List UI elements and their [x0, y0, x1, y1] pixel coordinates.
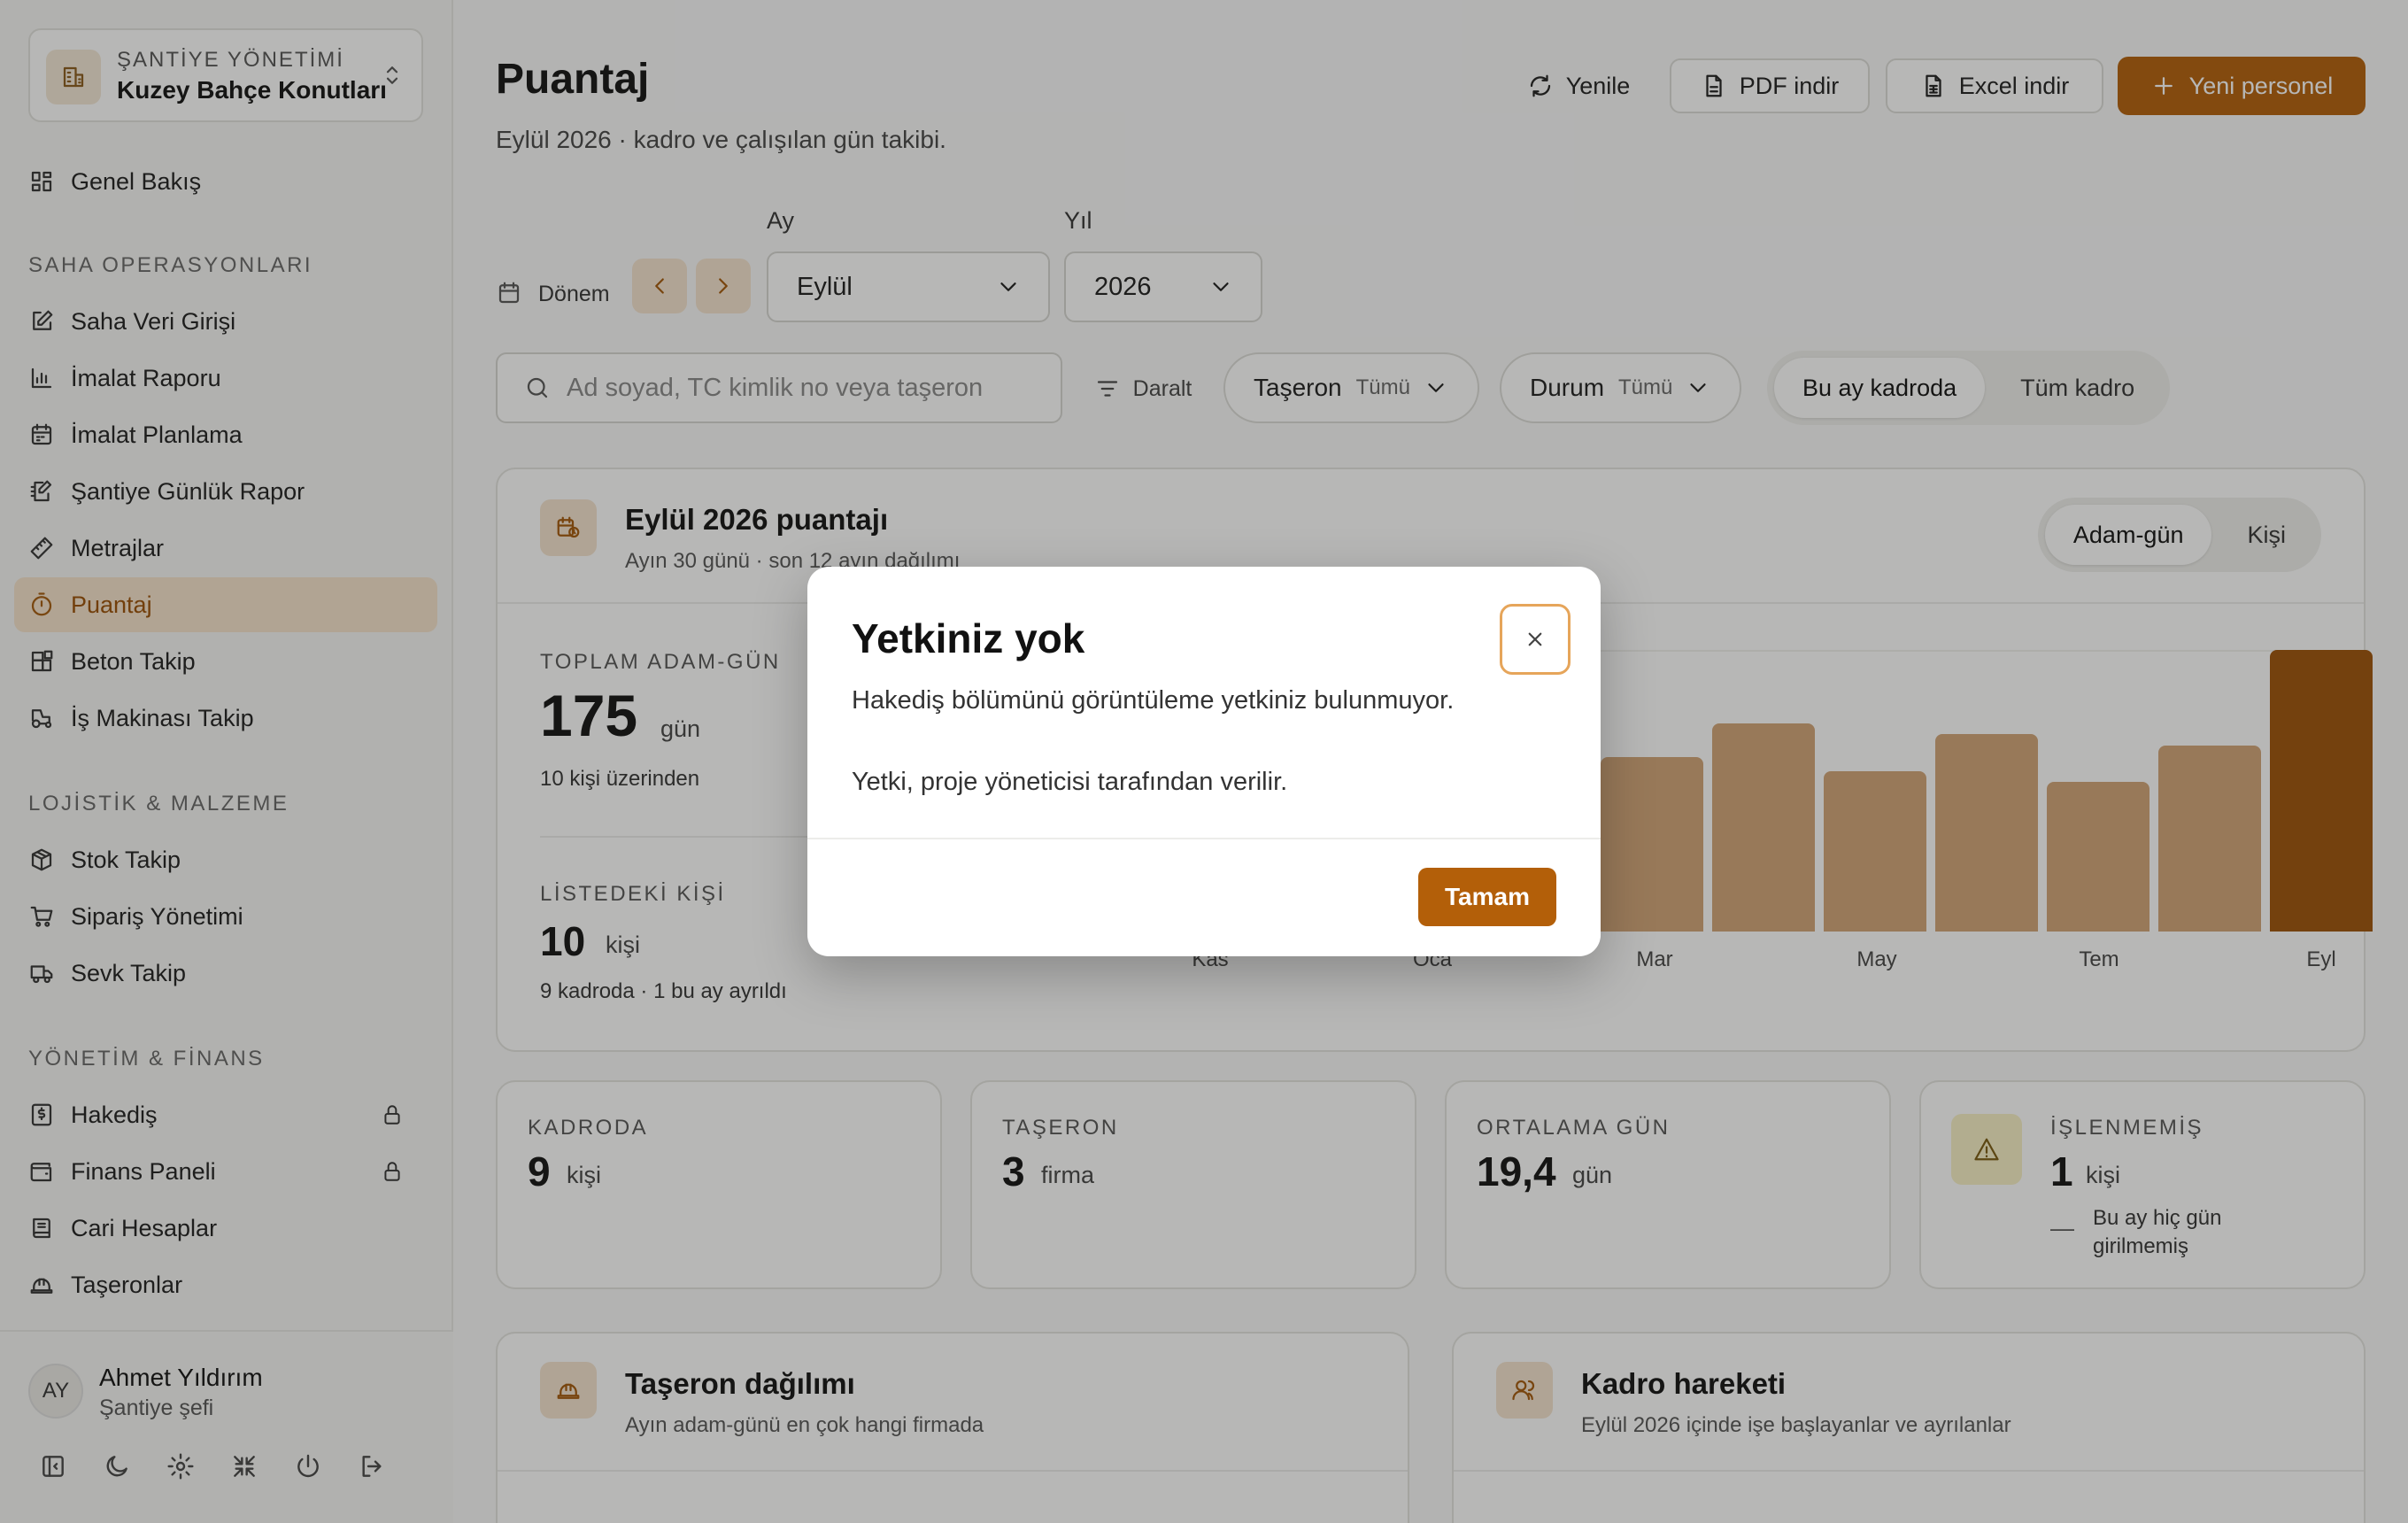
dialog-divider [807, 838, 1601, 839]
permission-dialog: Yetkiniz yok Hakediş bölümünü görüntülem… [807, 567, 1601, 956]
dialog-body: Hakediş bölümünü görüntüleme yetkiniz bu… [852, 686, 1455, 796]
close-icon [1528, 632, 1542, 646]
dialog-title: Yetkiniz yok [852, 615, 1085, 661]
ok-button[interactable]: Tamam [1418, 868, 1556, 926]
close-button[interactable] [1500, 604, 1571, 675]
